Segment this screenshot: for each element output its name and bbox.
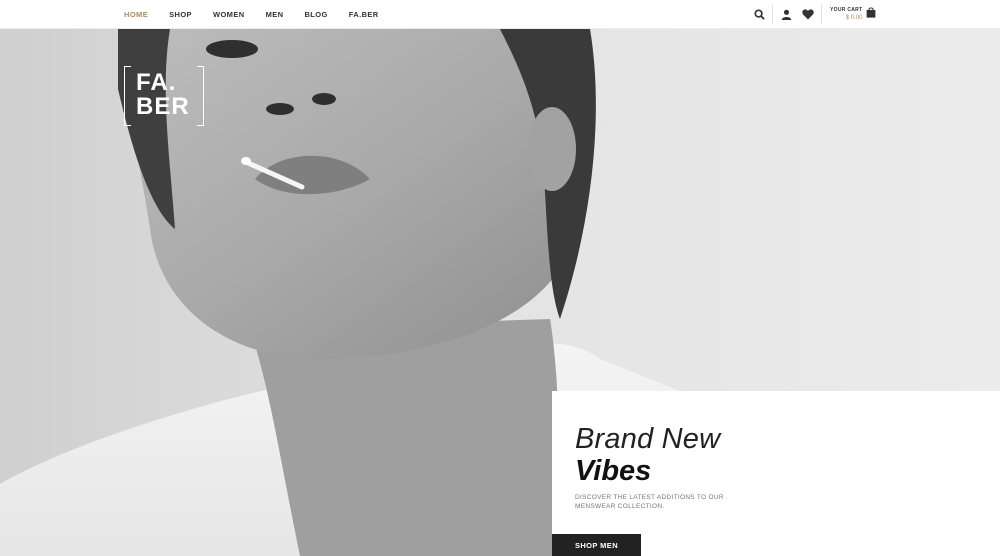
nav-women[interactable]: WOMEN bbox=[213, 10, 245, 19]
heart-icon[interactable] bbox=[797, 0, 819, 28]
cart-summary: YOUR CART $ 0.00 bbox=[830, 6, 862, 22]
divider bbox=[821, 4, 822, 24]
nav-home[interactable]: HOME bbox=[124, 10, 148, 19]
brand-logo[interactable]: FA. BER bbox=[124, 66, 204, 126]
logo-bracket-right bbox=[197, 66, 204, 126]
nav-shop[interactable]: SHOP bbox=[169, 10, 192, 19]
nav-men[interactable]: MEN bbox=[266, 10, 284, 19]
logo-text: FA. BER bbox=[136, 71, 190, 119]
cart-label: YOUR CART bbox=[830, 7, 863, 13]
cart-total: $ 0.00 bbox=[845, 15, 863, 21]
main-nav: HOME SHOP WOMEN MEN BLOG FA.BER bbox=[124, 0, 400, 28]
hero-banner: FA. BER Brand New Vibes DISCOVER THE LAT… bbox=[0, 29, 1000, 556]
shopping-bag-icon bbox=[866, 5, 876, 23]
promo-panel: Brand New Vibes DISCOVER THE LATEST ADDI… bbox=[552, 391, 1000, 556]
logo-bracket-left bbox=[124, 66, 131, 126]
shop-men-button[interactable]: SHOP MEN bbox=[552, 534, 641, 556]
logo-line2: BER bbox=[136, 93, 190, 120]
hero-title-line2: Vibes bbox=[575, 455, 652, 487]
logo-line1: FA. bbox=[136, 69, 177, 96]
hero-description: DISCOVER THE LATEST ADDITIONS TO OUR MEN… bbox=[575, 494, 724, 510]
divider bbox=[772, 4, 773, 24]
cart-widget[interactable]: YOUR CART $ 0.00 bbox=[830, 5, 876, 23]
hero-title-line1: Brand New bbox=[575, 423, 721, 455]
search-icon[interactable] bbox=[748, 0, 770, 28]
site-header: HOME SHOP WOMEN MEN BLOG FA.BER YOUR CAR… bbox=[0, 0, 1000, 29]
user-icon[interactable] bbox=[775, 0, 797, 28]
header-actions: YOUR CART $ 0.00 bbox=[748, 0, 876, 28]
nav-blog[interactable]: BLOG bbox=[304, 10, 327, 19]
nav-faber[interactable]: FA.BER bbox=[349, 10, 379, 19]
